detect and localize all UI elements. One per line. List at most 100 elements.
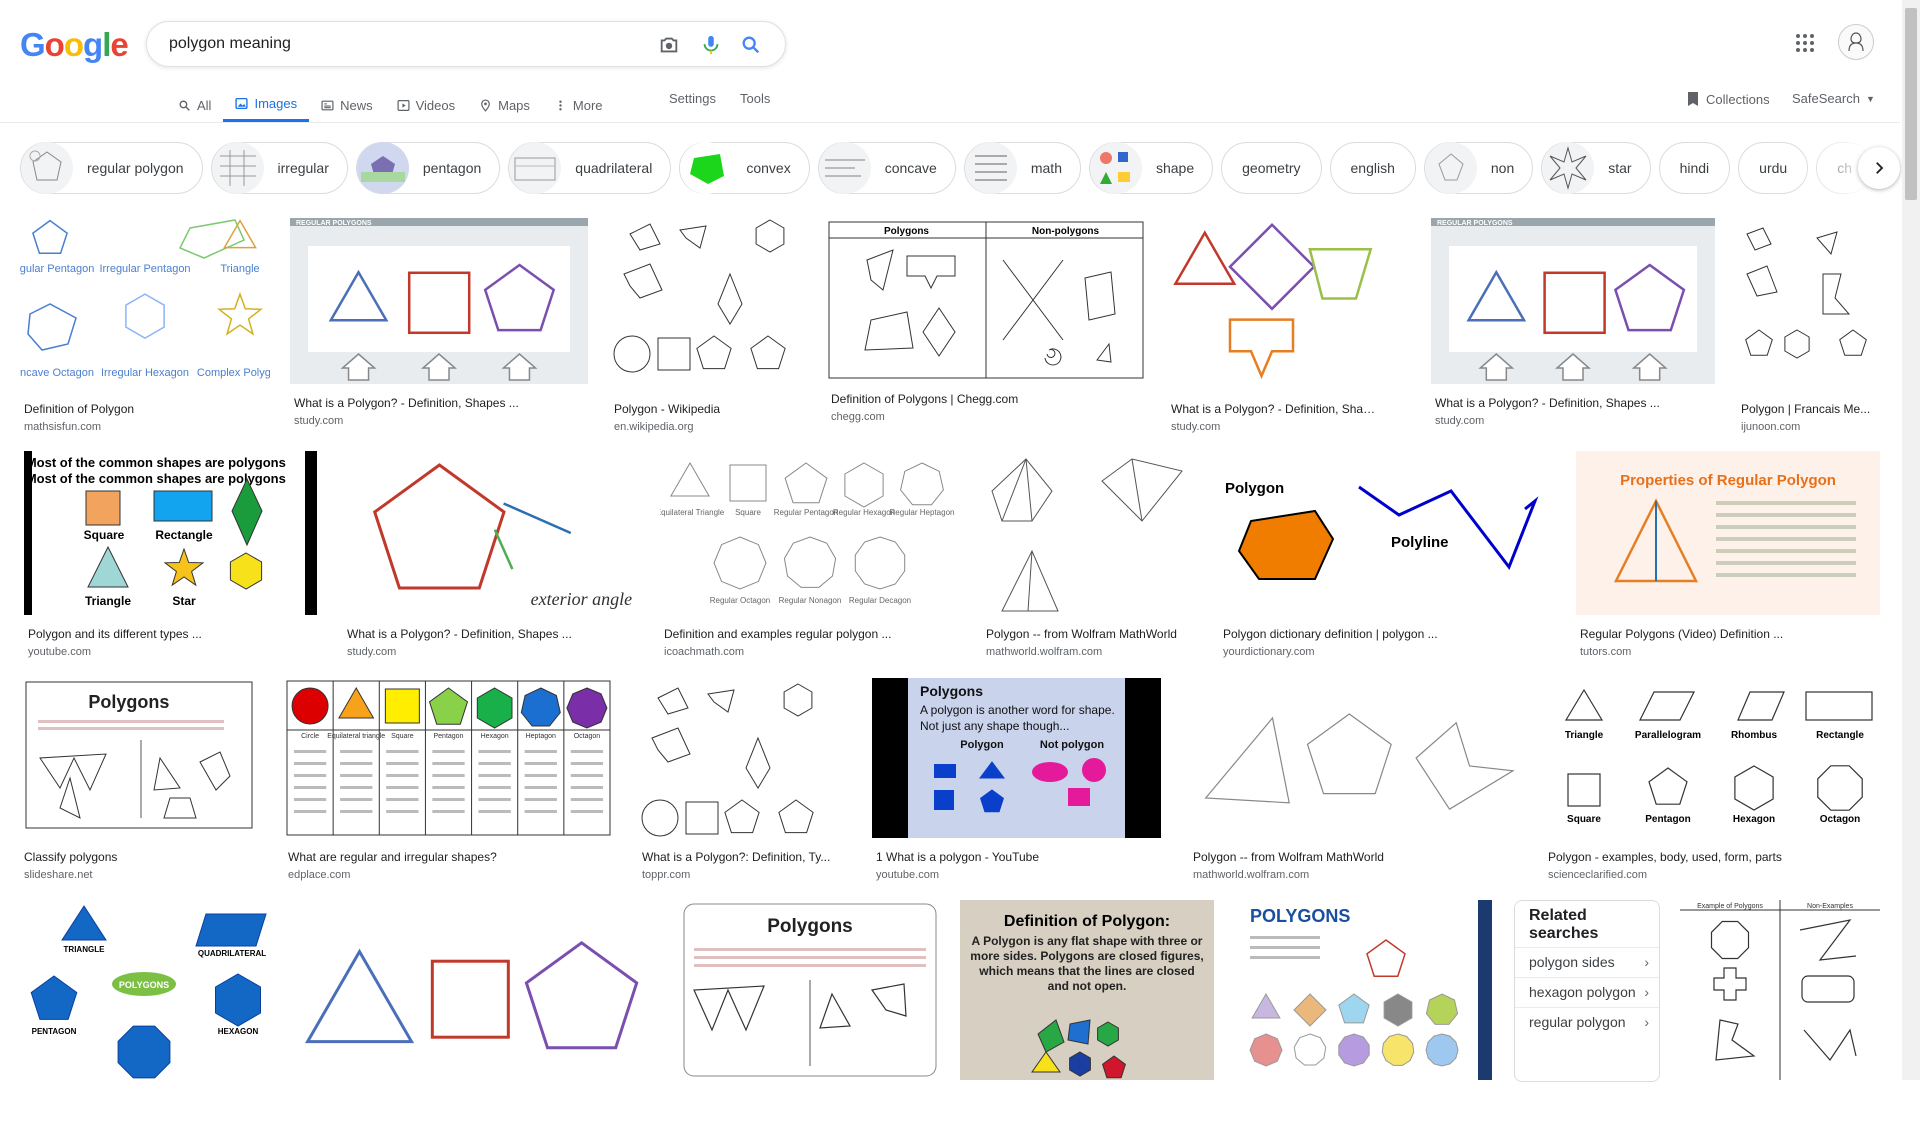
result-thumbnail[interactable]: Properties of Regular Polygon xyxy=(1576,451,1880,615)
result-source[interactable]: mathworld.wolfram.com xyxy=(1193,869,1309,881)
result-source[interactable]: tutors.com xyxy=(1580,646,1631,658)
result-source[interactable]: ijunoon.com xyxy=(1741,421,1800,433)
result-source[interactable]: youtube.com xyxy=(876,869,939,881)
image-result[interactable]: Polygon -- from Wolfram MathWorld mathwor… xyxy=(1189,678,1523,884)
result-thumbnail[interactable]: REGULAR POLYGONS xyxy=(1431,218,1715,384)
google-logo[interactable]: Google xyxy=(20,26,129,64)
image-result[interactable]: REGULAR POLYGONS What is a Polygon? - Def… xyxy=(290,218,588,430)
chip-regular-polygon[interactable]: regular polygon xyxy=(20,142,203,194)
result-source[interactable]: mathsisfun.com xyxy=(24,421,101,433)
result-thumbnail[interactable]: Triangle Parallelogram Rhombus Rectangle Squ… xyxy=(1544,678,1880,838)
result-title[interactable]: Polygon -- from Wolfram MathWorld xyxy=(1193,850,1523,864)
result-thumbnail[interactable]: REGULAR POLYGONS xyxy=(290,218,588,384)
result-thumbnail[interactable] xyxy=(982,451,1198,615)
result-title[interactable]: Definition of Polygons | Chegg.com xyxy=(831,392,1145,406)
image-result[interactable]: Polygons xyxy=(680,900,940,1126)
result-source[interactable]: study.com xyxy=(294,415,343,427)
result-title[interactable]: Polygon -- from Wolfram MathWorld xyxy=(986,627,1198,641)
result-title[interactable]: What is a Polygon? - Definition, Shapes … xyxy=(1435,396,1715,410)
chip-star[interactable]: star xyxy=(1541,142,1651,194)
chip-irregular[interactable]: irregular xyxy=(210,142,348,194)
result-thumbnail[interactable] xyxy=(638,678,846,838)
result-title[interactable]: 1 What is a polygon - YouTube xyxy=(876,850,1161,864)
related-item[interactable]: polygon sides › xyxy=(1515,947,1659,977)
image-result[interactable]: Regular Pentagon Irregular Pentagon Triang… xyxy=(20,214,270,436)
result-title[interactable]: Polygon dictionary definition | polygon … xyxy=(1223,627,1554,641)
result-title[interactable]: Polygon | Francais Me... xyxy=(1741,402,1880,416)
search-input[interactable] xyxy=(167,33,631,55)
result-thumbnail[interactable]: TRIANGLE QUADRILATERAL POLYGONS PENTAGON HEX… xyxy=(20,900,274,1080)
collections-button[interactable]: Collections xyxy=(1686,91,1770,107)
result-title[interactable]: Classify polygons xyxy=(24,850,262,864)
chip-shape[interactable]: shape xyxy=(1088,142,1214,194)
tab-all[interactable]: All xyxy=(166,88,223,122)
safesearch-button[interactable]: SafeSearch ▼ xyxy=(1792,91,1875,106)
result-thumbnail[interactable]: Regular Pentagon Irregular Pentagon Triang… xyxy=(20,214,270,390)
result-source[interactable]: slideshare.net xyxy=(24,869,93,881)
result-thumbnail[interactable]: exterior angle xyxy=(343,451,635,615)
result-thumbnail[interactable]: Polygon Polyline xyxy=(1219,451,1554,615)
result-thumbnail[interactable]: Definition of Polygon: A Polygon is any f… xyxy=(960,900,1214,1080)
result-source[interactable]: yourdictionary.com xyxy=(1223,646,1315,658)
chip-geometry[interactable]: geometry xyxy=(1221,142,1322,194)
result-thumbnail[interactable] xyxy=(610,214,808,390)
chip-urdu[interactable]: urdu xyxy=(1738,142,1809,194)
image-result[interactable]: Polygon -- from Wolfram MathWorld mathwor… xyxy=(982,451,1198,661)
image-result[interactable]: Properties of Regular Polygon Regular Pol… xyxy=(1576,451,1880,661)
result-title[interactable]: What is a Polygon? - Definition, Shapes … xyxy=(347,627,635,641)
image-result[interactable]: Polygon - Wikipedia en.wikipedia.org xyxy=(610,214,808,436)
image-result[interactable]: Example of Polygons Non-Examples xyxy=(1680,900,1880,1126)
image-result[interactable]: exterior angle What is a Polygon? - Defin… xyxy=(343,451,635,661)
result-source[interactable]: edplace.com xyxy=(288,869,350,881)
result-title[interactable]: What is a Polygon? - Definition, Shapes … xyxy=(1171,402,1377,416)
result-source[interactable]: toppr.com xyxy=(642,869,690,881)
tab-videos[interactable]: Videos xyxy=(385,88,468,122)
chips-next-button[interactable] xyxy=(1858,147,1900,189)
image-result[interactable]: Polygons Non-polygons Definition of Polygo… xyxy=(827,220,1145,426)
result-thumbnail[interactable]: Polygons A polygon is another word for sh… xyxy=(872,678,1161,838)
image-result[interactable]: Polygon | Francais Me... ijunoon.com xyxy=(1737,214,1880,436)
result-source[interactable]: scienceclarified.com xyxy=(1548,869,1647,881)
search-icon[interactable] xyxy=(739,33,763,57)
result-title[interactable]: Definition and examples regular polygon … xyxy=(664,627,960,641)
result-title[interactable]: Definition of Polygon xyxy=(24,402,270,416)
tab-news[interactable]: News xyxy=(309,88,385,122)
result-thumbnail[interactable]: Polygons xyxy=(20,678,262,838)
tab-images[interactable]: Images xyxy=(223,88,310,122)
image-result[interactable]: Polygons Classify polygons slideshare.net xyxy=(20,678,262,884)
image-result[interactable]: Polygons A polygon is another word for sh… xyxy=(872,678,1161,884)
related-item[interactable]: hexagon polygon › xyxy=(1515,977,1659,1007)
tab-more[interactable]: More xyxy=(542,88,615,122)
result-thumbnail[interactable]: Polygons xyxy=(680,900,940,1080)
result-source[interactable]: mathworld.wolfram.com xyxy=(986,646,1102,658)
account-avatar[interactable] xyxy=(1838,24,1874,60)
tab-maps[interactable]: Maps xyxy=(467,88,542,122)
image-result[interactable]: REGULAR POLYGONS What is a Polygon? - Def… xyxy=(1431,218,1715,430)
chip-pentagon[interactable]: pentagon xyxy=(355,142,501,194)
result-source[interactable]: youtube.com xyxy=(28,646,91,658)
result-thumbnail[interactable] xyxy=(1737,214,1880,390)
result-title[interactable]: What are regular and irregular shapes? xyxy=(288,850,613,864)
image-result[interactable]: Polygon Polyline Polygon dictionary defini… xyxy=(1219,451,1554,661)
image-result[interactable]: Equilateral Triangle Square Regular Pentag… xyxy=(660,451,960,661)
result-title[interactable]: Regular Polygons (Video) Definition ... xyxy=(1580,627,1880,641)
search-box[interactable] xyxy=(146,21,786,67)
result-thumbnail[interactable]: Most of the common shapes are polygons Mo… xyxy=(24,451,317,615)
related-item[interactable]: regular polygon › xyxy=(1515,1007,1659,1037)
chip-hindi[interactable]: hindi xyxy=(1658,142,1731,194)
image-result[interactable]: Circle Equilateral triangle Square Pentagon… xyxy=(284,678,613,884)
result-thumbnail[interactable]: Polygons Non-polygons xyxy=(827,220,1145,380)
result-thumbnail[interactable] xyxy=(1189,678,1523,838)
chip-english[interactable]: english xyxy=(1329,142,1416,194)
image-result[interactable]: TRIANGLE QUADRILATERAL POLYGONS PENTAGON HEX… xyxy=(20,900,274,1126)
camera-icon[interactable] xyxy=(657,33,681,57)
result-source[interactable]: study.com xyxy=(347,646,396,658)
result-source[interactable]: study.com xyxy=(1171,421,1220,433)
result-thumbnail[interactable] xyxy=(294,900,658,1080)
settings-link[interactable]: Settings xyxy=(669,91,716,106)
tools-link[interactable]: Tools xyxy=(740,91,770,106)
chip-convex[interactable]: convex xyxy=(679,142,810,194)
result-title[interactable]: Polygon - examples, body, used, form, pa… xyxy=(1548,850,1880,864)
result-title[interactable]: What is a Polygon?: Definition, Ty... xyxy=(642,850,846,864)
result-thumbnail[interactable] xyxy=(1167,214,1377,390)
